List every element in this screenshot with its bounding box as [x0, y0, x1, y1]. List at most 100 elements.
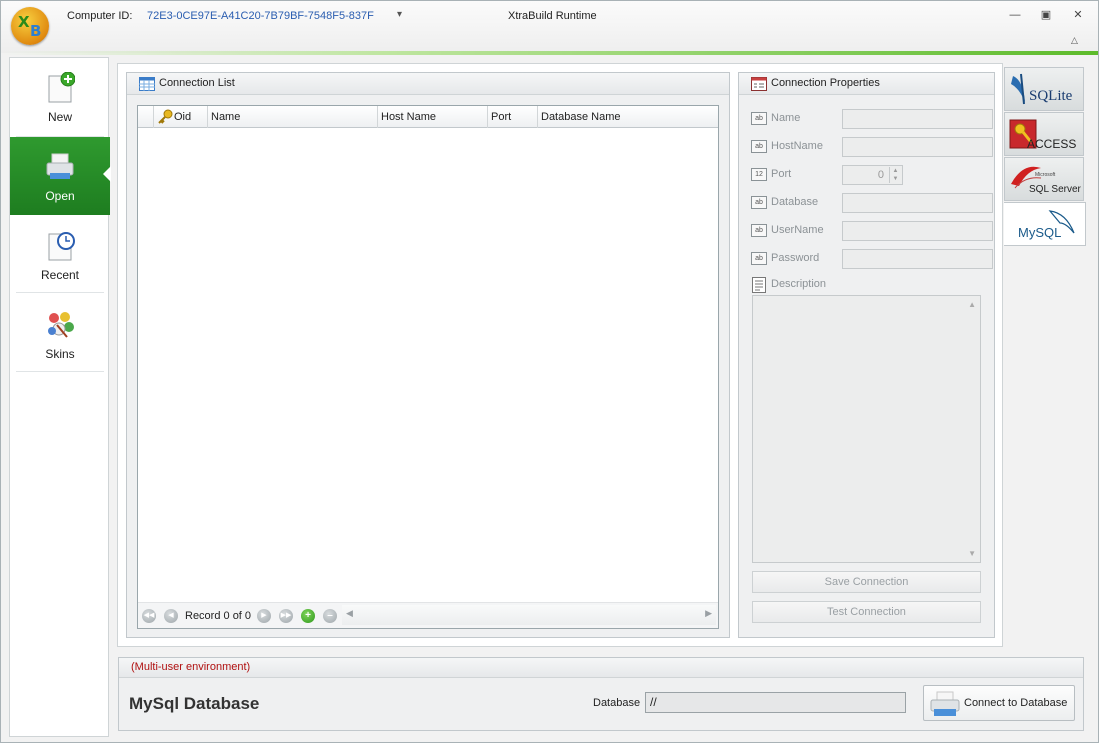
column-name[interactable]: Name	[208, 106, 378, 128]
logo-letter-x: X	[18, 13, 30, 31]
connect-button-label: Connect to Database	[964, 697, 1068, 709]
password-label: Password	[771, 252, 820, 264]
title-bar: X B Computer ID: 72E3-0CE97E-A41C20-7B79…	[1, 1, 1098, 53]
app-window: X B Computer ID: 72E3-0CE97E-A41C20-7B79…	[0, 0, 1099, 743]
scroll-left-icon[interactable]: ◀	[346, 608, 353, 619]
row-indicator-column	[138, 106, 154, 128]
name-field-icon: ab	[751, 112, 767, 125]
environment-label: (Multi-user environment)	[131, 661, 251, 673]
password-lock-icon: ab	[751, 252, 767, 265]
backstage-nav: New Open Recent Skins	[9, 57, 111, 737]
connection-grid[interactable]: Oid Name Host Name Port Database Name ◀◀…	[137, 105, 719, 629]
sql-server-icon: Microsoft SQL Server	[1011, 166, 1082, 195]
restore-button[interactable]: ▣	[1036, 7, 1056, 23]
scroll-up-icon[interactable]: ▲	[968, 300, 976, 309]
nav-item-label: Skins	[45, 347, 75, 361]
selected-db-title: MySql Database	[129, 694, 260, 713]
nav-item-new[interactable]: New	[10, 58, 110, 136]
spin-buttons-icon[interactable]: ▲ ▼	[889, 167, 901, 183]
username-field-icon: ab	[751, 224, 767, 237]
close-button[interactable]: ✕	[1068, 7, 1088, 23]
access-key-icon: ACCESS	[1009, 119, 1076, 151]
connection-list-group: Connection List Oid Name Host Name Port	[126, 72, 730, 638]
first-record-icon[interactable]: ◀◀	[142, 609, 156, 623]
description-memo-icon	[752, 277, 766, 293]
name-label: Name	[771, 112, 801, 124]
computer-id-label: Computer ID:	[67, 10, 133, 22]
column-database-name[interactable]: Database Name	[538, 106, 718, 128]
database-label: Database	[771, 196, 819, 208]
remove-record-icon[interactable]: –	[323, 609, 337, 623]
collapse-ribbon-button[interactable]: △	[1071, 35, 1078, 46]
database-path-field[interactable]: //	[645, 692, 906, 713]
environment-header: (Multi-user environment)	[119, 658, 1083, 678]
next-record-icon[interactable]: ▶	[257, 609, 271, 623]
minimize-button[interactable]: —	[1005, 7, 1025, 23]
tab-small-label: Microsoft	[1035, 172, 1056, 178]
nav-divider	[16, 371, 104, 372]
active-indicator	[103, 166, 111, 182]
tab-sqlite[interactable]: SQLite	[1004, 67, 1084, 111]
column-label: Oid	[174, 111, 192, 123]
hostname-label: HostName	[771, 140, 823, 152]
password-field[interactable]	[842, 249, 993, 269]
column-host-name[interactable]: Host Name	[378, 106, 488, 128]
table-grid-icon	[139, 77, 155, 91]
name-field[interactable]	[842, 109, 993, 129]
nav-item-skins[interactable]: Skins	[10, 295, 110, 373]
username-field[interactable]	[842, 221, 993, 241]
mysql-dolphin-icon: MySQL	[1018, 210, 1075, 240]
port-field-icon: 12	[751, 168, 767, 181]
key-icon	[158, 109, 173, 124]
connection-properties-group: Connection Properties ab Name ab HostNam…	[738, 72, 995, 638]
grid-navigator: ◀◀ ◀ Record 0 of 0 ▶ ▶▶ + – ◀ ▶	[138, 602, 718, 628]
save-connection-button[interactable]: Save Connection	[752, 571, 981, 593]
horizontal-scrollbar[interactable]: ◀ ▶	[342, 605, 716, 625]
port-value: 0	[877, 169, 884, 181]
quick-access-dropdown-icon[interactable]: ▾	[397, 9, 402, 20]
test-connection-button[interactable]: Test Connection	[752, 601, 981, 623]
column-port[interactable]: Port	[488, 106, 538, 128]
connection-list-title: Connection List	[159, 77, 235, 89]
nav-item-open[interactable]: Open	[10, 137, 111, 215]
tab-label: SQLite	[1029, 88, 1073, 104]
nav-item-label: Recent	[40, 268, 80, 282]
connect-to-database-button[interactable]: Connect to Database	[923, 685, 1075, 721]
tab-label: MySQL	[1018, 225, 1061, 240]
new-document-icon	[48, 72, 75, 103]
port-spinner[interactable]: 0 ▲ ▼	[842, 165, 903, 185]
connection-summary-panel: (Multi-user environment) MySql Database …	[118, 657, 1084, 731]
window-title: XtraBuild Runtime	[508, 10, 597, 22]
nav-item-label: New	[47, 110, 72, 124]
tab-sql-server[interactable]: Microsoft SQL Server	[1004, 157, 1084, 201]
hostname-field[interactable]	[842, 137, 993, 157]
connect-printer-icon	[930, 691, 960, 716]
add-record-icon[interactable]: +	[301, 609, 315, 623]
grid-header: Oid Name Host Name Port Database Name	[138, 106, 718, 128]
database-field[interactable]	[842, 193, 993, 213]
nav-divider	[16, 292, 104, 293]
last-record-icon[interactable]: ▶▶	[279, 609, 293, 623]
nav-item-recent[interactable]: Recent	[10, 216, 110, 294]
connection-list-header: Connection List	[127, 73, 729, 95]
record-counter: Record 0 of 0	[185, 610, 252, 622]
column-oid[interactable]: Oid	[154, 106, 208, 128]
tab-mysql[interactable]: MySQL	[1004, 202, 1086, 246]
port-label: Port	[771, 168, 792, 180]
previous-record-icon[interactable]: ◀	[164, 609, 178, 623]
computer-id-value: 72E3-0CE97E-A41C20-7B79BF-7548F5-837F	[147, 10, 374, 22]
scroll-down-icon[interactable]: ▼	[968, 549, 976, 558]
username-label: UserName	[771, 224, 824, 236]
properties-form-icon	[751, 77, 767, 91]
open-printer-icon	[46, 153, 74, 179]
scroll-right-icon[interactable]: ▶	[705, 608, 712, 619]
database-path-label: Database	[593, 697, 641, 709]
logo-letter-b: B	[30, 22, 42, 40]
xtrabuild-logo-icon[interactable]: X B	[11, 7, 49, 45]
database-field-icon: ab	[751, 196, 767, 209]
description-textarea[interactable]: ▲ ▼	[752, 295, 981, 563]
main-panel: Connection List Oid Name Host Name Port	[117, 63, 1003, 647]
connection-properties-header: Connection Properties	[739, 73, 994, 95]
hostname-field-icon: ab	[751, 140, 767, 153]
tab-access[interactable]: ACCESS	[1004, 112, 1084, 156]
